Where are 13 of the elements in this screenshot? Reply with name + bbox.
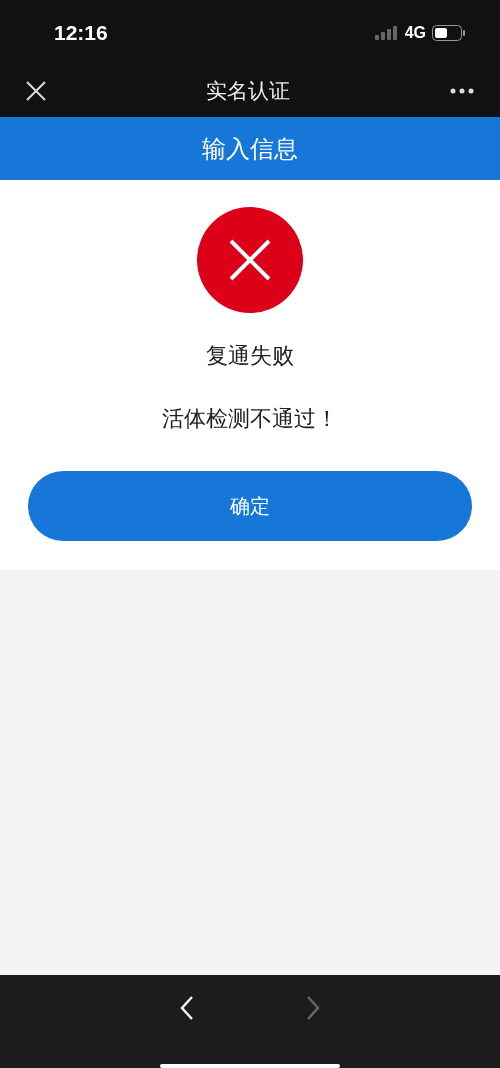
status-time: 12:16 bbox=[54, 19, 108, 46]
battery-icon bbox=[432, 24, 466, 41]
result-message: 活体检测不通过！ bbox=[162, 405, 338, 433]
page-title: 实名认证 bbox=[206, 78, 290, 105]
close-icon[interactable] bbox=[26, 81, 46, 101]
confirm-button[interactable]: 确定 bbox=[28, 471, 472, 541]
back-icon[interactable] bbox=[179, 995, 195, 1021]
network-label: 4G bbox=[404, 22, 426, 43]
result-title: 复通失败 bbox=[206, 342, 294, 370]
more-icon[interactable] bbox=[450, 88, 474, 94]
error-icon bbox=[197, 207, 303, 313]
signal-icon bbox=[374, 25, 399, 40]
header-title: 输入信息 bbox=[202, 133, 298, 164]
